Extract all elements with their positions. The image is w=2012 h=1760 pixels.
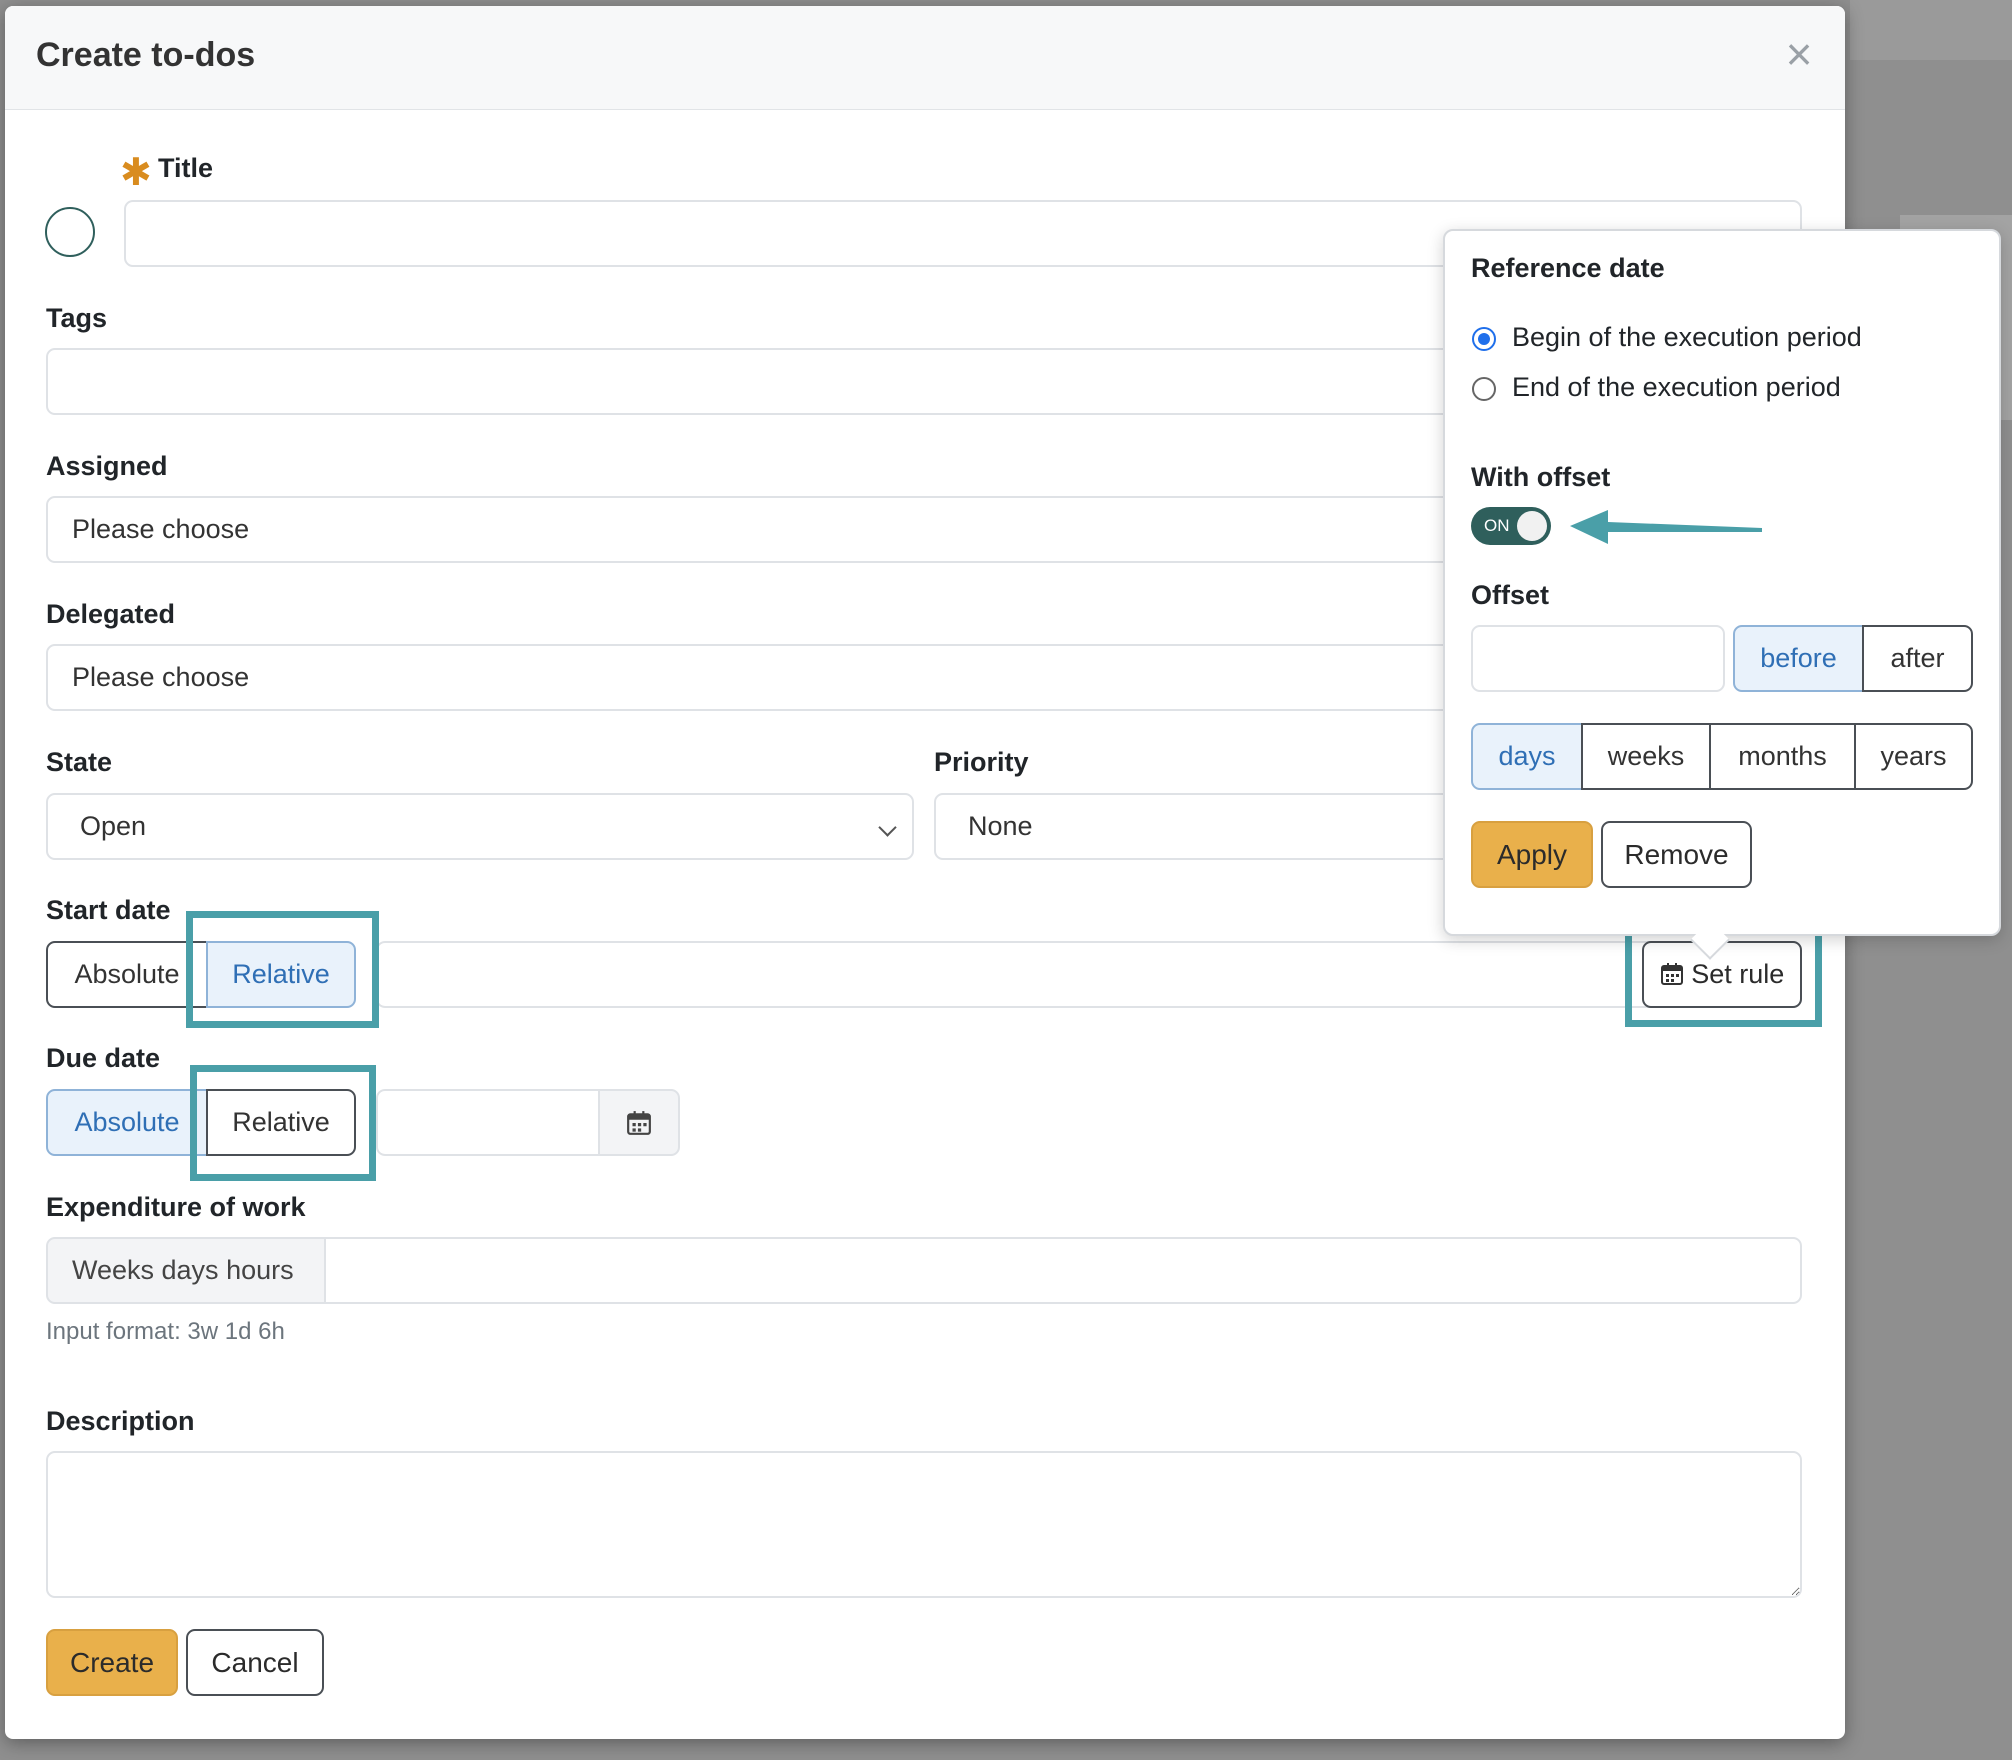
with-offset-label: With offset (1471, 462, 1611, 492)
reference-date-label: Reference date (1471, 253, 1665, 283)
offset-before-button[interactable]: before (1733, 625, 1864, 692)
apply-button[interactable]: Apply (1471, 821, 1593, 888)
delegated-label: Delegated (46, 599, 176, 629)
toggle-knob (1517, 511, 1547, 541)
state-select-value: Open (80, 811, 147, 841)
radio-begin-period-label[interactable]: Begin of the execution period (1512, 322, 1862, 353)
offset-input[interactable] (1471, 625, 1725, 692)
toggle-on-text: ON (1484, 516, 1510, 535)
title-label: Title (158, 153, 214, 183)
background-page-strip (1850, 0, 2012, 60)
delegated-select-value: Please choose (72, 662, 250, 692)
unit-years-button[interactable]: years (1854, 723, 1973, 790)
start-date-rule-input[interactable] (376, 941, 1802, 1008)
required-asterisk-icon: ✱ (120, 152, 152, 194)
expenditure-hint: Input format: 3w 1d 6h (46, 1318, 285, 1345)
due-date-calendar-button[interactable] (598, 1089, 680, 1156)
calendar-icon (627, 1111, 651, 1135)
state-select[interactable]: Open (46, 793, 914, 860)
unit-days-button[interactable]: days (1471, 723, 1583, 790)
offset-label: Offset (1471, 580, 1550, 610)
remove-button[interactable]: Remove (1601, 821, 1752, 888)
unit-weeks-button[interactable]: weeks (1581, 723, 1711, 790)
create-button[interactable]: Create (46, 1629, 178, 1696)
expenditure-input[interactable] (324, 1237, 1802, 1304)
start-date-absolute-button[interactable]: Absolute (46, 941, 208, 1008)
due-date-input[interactable] (376, 1089, 600, 1156)
modal-header: Create to-dos × (5, 6, 1845, 110)
cancel-button[interactable]: Cancel (186, 1629, 324, 1696)
due-date-absolute-button[interactable]: Absolute (46, 1089, 208, 1156)
due-date-label: Due date (46, 1043, 161, 1073)
priority-select-value: None (968, 811, 1033, 841)
radio-end-period-label[interactable]: End of the execution period (1512, 372, 1841, 403)
unit-months-button[interactable]: months (1709, 723, 1856, 790)
expenditure-label: Expenditure of work (46, 1192, 306, 1222)
priority-label: Priority (934, 747, 1029, 777)
radio-end-period[interactable] (1472, 377, 1496, 401)
highlight-start-relative (186, 911, 379, 1028)
start-date-label: Start date (46, 895, 171, 925)
highlight-due-relative (190, 1065, 376, 1181)
radio-begin-period[interactable] (1472, 327, 1496, 351)
status-circle-icon[interactable] (45, 207, 95, 257)
assigned-select-value: Please choose (72, 514, 250, 544)
annotation-arrow-icon (1570, 510, 1762, 544)
assigned-label: Assigned (46, 451, 168, 481)
close-icon[interactable]: × (1777, 31, 1821, 78)
modal-title: Create to-dos (36, 36, 256, 74)
with-offset-toggle[interactable]: ON (1471, 507, 1551, 545)
description-label: Description (46, 1406, 195, 1436)
description-textarea[interactable] (46, 1451, 1802, 1598)
expenditure-addon: Weeks days hours (46, 1237, 326, 1304)
state-label: State (46, 747, 113, 777)
tags-label: Tags (46, 303, 108, 333)
offset-after-button[interactable]: after (1862, 625, 1973, 692)
chevron-down-icon (878, 818, 897, 837)
